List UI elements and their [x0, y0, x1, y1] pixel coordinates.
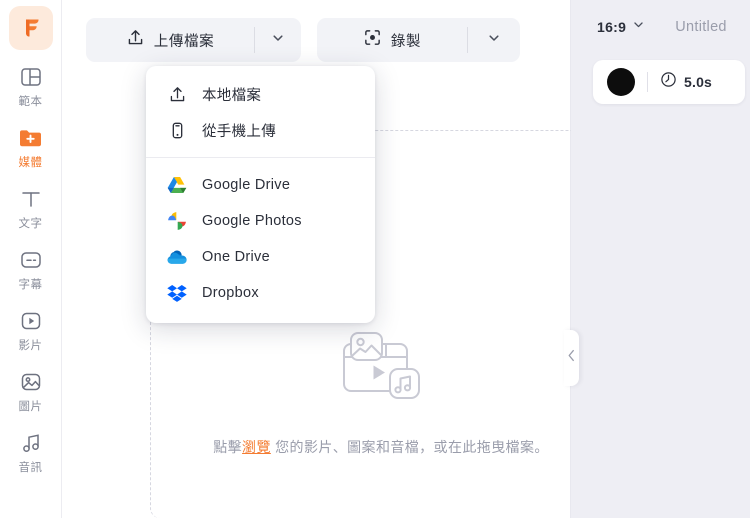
menu-item-label: Dropbox [202, 285, 259, 301]
browse-link[interactable]: 瀏覽 [242, 439, 271, 455]
google-photos-icon [166, 211, 188, 231]
media-folder-plus-icon [17, 123, 44, 153]
panel-collapse-handle[interactable] [564, 330, 579, 386]
stage-header: 16:9 Untitled [571, 0, 750, 54]
chevron-down-icon [487, 31, 501, 50]
record-button[interactable]: 錄製 [317, 18, 467, 62]
onedrive-icon [166, 249, 188, 265]
upload-dropdown-menu: 本地檔案 從手機上傳 Google Drive Google Photos On… [146, 66, 375, 323]
media-toolbar: 上傳檔案 錄製 [86, 18, 520, 62]
sidebar-item-video[interactable]: 影片 [0, 294, 62, 355]
upload-dropdown-toggle[interactable] [255, 18, 301, 62]
mobile-phone-icon [166, 121, 188, 140]
sidebar-item-subtitle[interactable]: 字幕 [0, 233, 62, 294]
upload-arrow-icon [126, 28, 145, 52]
menu-item-local-file[interactable]: 本地檔案 [146, 76, 375, 112]
menu-item-label: 從手機上傳 [202, 123, 276, 140]
clip-card: 5.0s [593, 60, 745, 104]
media-placeholder-icon [333, 327, 429, 410]
record-dropdown-toggle[interactable] [468, 18, 520, 62]
sidebar-item-template[interactable]: 範本 [0, 50, 62, 111]
chevron-left-icon [567, 349, 576, 367]
menu-item-google-photos[interactable]: Google Photos [146, 203, 375, 239]
dropzone-text-after: 您的影片、圖案和音檔，或在此拖曳檔案。 [270, 439, 549, 455]
dropzone-text-before: 點擊 [213, 439, 243, 455]
record-focus-icon [363, 28, 382, 52]
dropbox-icon [166, 284, 188, 302]
upload-arrow-icon [166, 85, 188, 104]
record-label: 錄製 [390, 33, 422, 50]
sidebar-item-label: 字幕 [18, 279, 43, 291]
sidebar-item-image[interactable]: 圖片 [0, 355, 62, 416]
media-panel: 上傳檔案 錄製 點擊瀏覽 您的影片、圖案和音檔，或在此拖曳檔案。 本地檔案 從手… [62, 0, 612, 518]
clip-duration-value: 5.0s [684, 74, 713, 90]
menu-item-upload-from-phone[interactable]: 從手機上傳 [146, 112, 375, 148]
menu-item-label: 本地檔案 [202, 87, 262, 104]
sidebar-item-label: 圖片 [18, 401, 43, 413]
clock-icon [660, 71, 677, 93]
template-icon [19, 62, 43, 92]
menu-item-label: Google Drive [202, 177, 291, 193]
menu-item-google-drive[interactable]: Google Drive [146, 167, 375, 203]
dropzone-hint: 點擊瀏覽 您的影片、圖案和音檔，或在此拖曳檔案。 [213, 437, 549, 457]
text-icon [19, 184, 43, 214]
dropzone-content: 點擊瀏覽 您的影片、圖案和音檔，或在此拖曳檔案。 [151, 327, 611, 457]
chevron-down-icon [271, 31, 285, 50]
menu-item-label: Google Photos [202, 213, 302, 229]
upload-file-label: 上傳檔案 [153, 33, 215, 50]
menu-item-label: One Drive [202, 249, 270, 265]
logo-f-icon [25, 19, 39, 37]
chevron-down-icon [632, 18, 645, 36]
sidebar-item-label: 文字 [18, 218, 43, 230]
sidebar-item-media[interactable]: 媒體 [0, 111, 62, 172]
sidebar-item-label: 範本 [18, 96, 43, 108]
sidebar-item-audio[interactable]: 音訊 [0, 416, 62, 477]
menu-divider [146, 157, 375, 158]
upload-file-button[interactable]: 上傳檔案 [86, 18, 254, 62]
image-icon [19, 367, 43, 397]
clip-color-swatch[interactable] [607, 68, 635, 96]
app-logo[interactable] [8, 6, 53, 50]
stage-area: 16:9 Untitled 5.0s [571, 0, 750, 518]
left-sidebar: 範本 媒體 文字 字幕 影片 圖片 音訊 [0, 0, 62, 518]
google-drive-icon [166, 176, 188, 194]
aspect-ratio-value: 16:9 [597, 19, 627, 35]
audio-icon [19, 428, 43, 458]
video-icon [19, 306, 43, 336]
upload-file-button-group: 上傳檔案 [86, 18, 301, 62]
subtitle-icon [19, 245, 43, 275]
editor-window: 範本 媒體 文字 字幕 影片 圖片 音訊 上傳檔案 錄製 點擊瀏覽 您的影片、圖… [0, 0, 750, 518]
clip-duration[interactable]: 5.0s [660, 71, 712, 93]
menu-item-one-drive[interactable]: One Drive [146, 239, 375, 275]
aspect-ratio-selector[interactable]: 16:9 [597, 18, 645, 36]
project-title[interactable]: Untitled [675, 19, 727, 35]
clip-divider [647, 72, 648, 92]
record-button-group: 錄製 [317, 18, 520, 62]
menu-item-dropbox[interactable]: Dropbox [146, 275, 375, 311]
sidebar-item-text[interactable]: 文字 [0, 172, 62, 233]
sidebar-item-label: 音訊 [18, 462, 43, 474]
sidebar-item-label: 媒體 [18, 157, 43, 169]
sidebar-item-label: 影片 [18, 340, 43, 352]
